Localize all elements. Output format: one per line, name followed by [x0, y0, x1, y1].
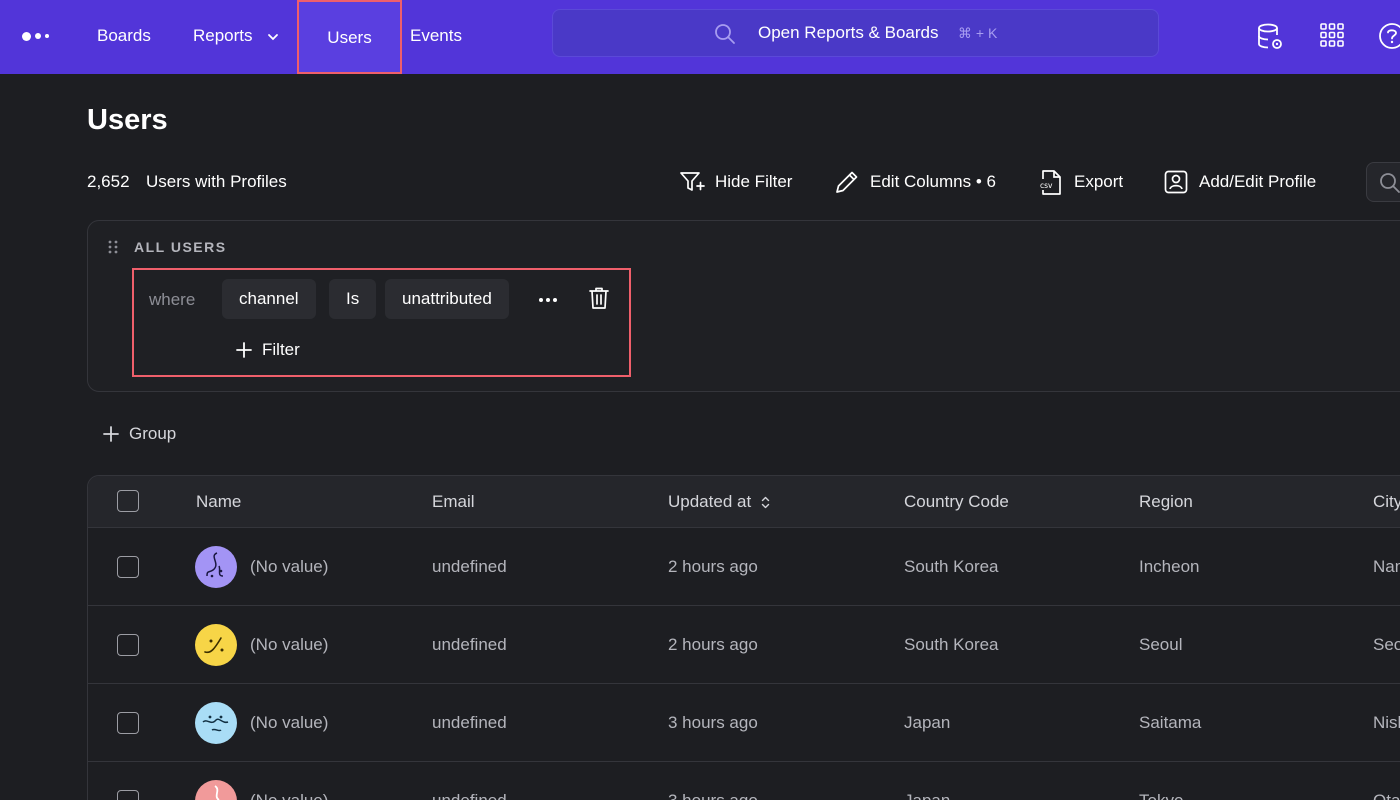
nav-events[interactable]: Events — [410, 0, 462, 74]
filter-highlight-box — [132, 268, 631, 377]
add-filter-button[interactable]: Filter — [236, 340, 300, 360]
user-city: Ota — [1373, 791, 1400, 800]
column-header-email[interactable]: Email — [432, 492, 475, 512]
filter-operator-chip[interactable]: Is — [329, 279, 377, 319]
users-table: Name Email Updated at Country Code Regio… — [87, 475, 1400, 800]
row-checkbox[interactable] — [117, 712, 139, 734]
user-updated-at: 3 hours ago — [668, 791, 758, 800]
edit-columns-button[interactable]: Edit Columns • 6 — [834, 166, 996, 198]
column-header-updated-at[interactable]: Updated at — [668, 492, 770, 512]
table-row[interactable]: (No value) undefined 3 hours ago Japan T… — [88, 762, 1400, 800]
table-row[interactable]: (No value) undefined 3 hours ago Japan S… — [88, 684, 1400, 762]
csv-file-icon: csv — [1039, 170, 1061, 195]
plus-icon — [236, 342, 252, 358]
avatar — [195, 702, 237, 744]
user-region: Seoul — [1139, 635, 1183, 654]
export-button[interactable]: csv Export — [1038, 166, 1123, 198]
edit-columns-label: Edit Columns • 6 — [870, 172, 996, 191]
table-row[interactable]: (No value) undefined 2 hours ago South K… — [88, 528, 1400, 606]
user-email: undefined — [432, 557, 507, 576]
user-name[interactable]: (No value) — [250, 557, 328, 577]
user-count-label: Users with Profiles — [146, 172, 287, 191]
add-edit-profile-button[interactable]: Add/Edit Profile — [1163, 166, 1316, 198]
filter-icon — [680, 172, 705, 191]
search-icon — [1380, 173, 1400, 193]
user-email: undefined — [432, 791, 507, 800]
profile-card-icon — [1164, 170, 1188, 194]
user-updated-at: 2 hours ago — [668, 557, 758, 576]
user-country: Japan — [904, 713, 951, 732]
top-nav: Boards Reports Users Events Open Reports… — [0, 0, 1400, 74]
hide-filter-button[interactable]: Hide Filter — [680, 166, 792, 198]
table-header: Name Email Updated at Country Code Regio… — [88, 476, 1400, 528]
user-region: Incheon — [1139, 557, 1200, 576]
nav-users[interactable]: Users — [297, 0, 402, 74]
user-email: undefined — [432, 713, 507, 732]
column-header-city[interactable]: City — [1373, 492, 1400, 512]
hide-filter-label: Hide Filter — [715, 172, 793, 191]
trash-icon[interactable] — [588, 286, 610, 310]
row-checkbox[interactable] — [117, 790, 139, 800]
nav-reports-label: Reports — [193, 26, 253, 45]
filter-heading: ALL USERS — [134, 239, 227, 255]
user-email: undefined — [432, 635, 507, 654]
user-updated-at: 3 hours ago — [668, 713, 758, 732]
search-icon — [715, 24, 735, 44]
database-settings-icon[interactable] — [1256, 22, 1284, 52]
filter-property-chip[interactable]: channel — [222, 279, 316, 319]
logo-icon[interactable] — [22, 31, 49, 41]
column-header-updated-at-label: Updated at — [668, 492, 752, 511]
more-options-icon[interactable] — [538, 297, 558, 303]
user-name[interactable]: (No value) — [250, 791, 328, 800]
user-city: Seoul — [1373, 635, 1400, 654]
add-group-button[interactable]: Group — [103, 424, 176, 444]
add-edit-profile-label: Add/Edit Profile — [1199, 172, 1317, 191]
user-region: Saitama — [1139, 713, 1202, 732]
user-country: South Korea — [904, 635, 999, 654]
user-name[interactable]: (No value) — [250, 635, 328, 655]
avatar — [195, 546, 237, 588]
export-label: Export — [1074, 172, 1124, 191]
user-region: Tokyo — [1139, 791, 1183, 800]
avatar — [195, 780, 237, 800]
search-label: Open Reports & Boards — [758, 23, 939, 42]
table-row[interactable]: (No value) undefined 2 hours ago South K… — [88, 606, 1400, 684]
avatar — [195, 624, 237, 666]
table-search-button[interactable] — [1366, 162, 1400, 202]
nav-boards[interactable]: Boards — [97, 0, 151, 74]
user-city: Nishi — [1373, 713, 1400, 732]
user-city: Nam-gu — [1373, 557, 1400, 576]
column-header-region[interactable]: Region — [1139, 492, 1193, 512]
user-country: Japan — [904, 791, 950, 800]
add-group-label: Group — [129, 424, 177, 443]
add-filter-label: Filter — [262, 340, 300, 359]
help-icon[interactable] — [1378, 22, 1400, 50]
chevron-down-icon — [268, 33, 279, 40]
column-header-country-code[interactable]: Country Code — [904, 492, 1009, 512]
nav-reports[interactable]: Reports — [193, 0, 279, 74]
user-updated-at: 2 hours ago — [668, 635, 758, 654]
page-title: Users — [87, 104, 168, 136]
sort-icon — [761, 496, 770, 509]
pencil-icon — [836, 171, 858, 193]
user-count: 2,652 — [87, 172, 130, 191]
row-checkbox[interactable] — [117, 634, 139, 656]
column-header-name[interactable]: Name — [196, 492, 241, 512]
drag-handle-icon[interactable] — [107, 239, 119, 255]
svg-text:csv: csv — [1040, 181, 1053, 190]
select-all-checkbox[interactable] — [117, 490, 139, 512]
user-name[interactable]: (No value) — [250, 713, 328, 733]
row-checkbox[interactable] — [117, 556, 139, 578]
filter-value-chip[interactable]: unattributed — [385, 279, 509, 319]
user-country: South Korea — [904, 557, 999, 576]
plus-icon — [103, 426, 119, 442]
global-search[interactable]: Open Reports & Boards ⌘ + K — [552, 9, 1159, 57]
filter-where-label: where — [149, 290, 196, 309]
apps-grid-icon[interactable] — [1319, 22, 1345, 48]
search-shortcut: ⌘ + K — [958, 25, 998, 41]
